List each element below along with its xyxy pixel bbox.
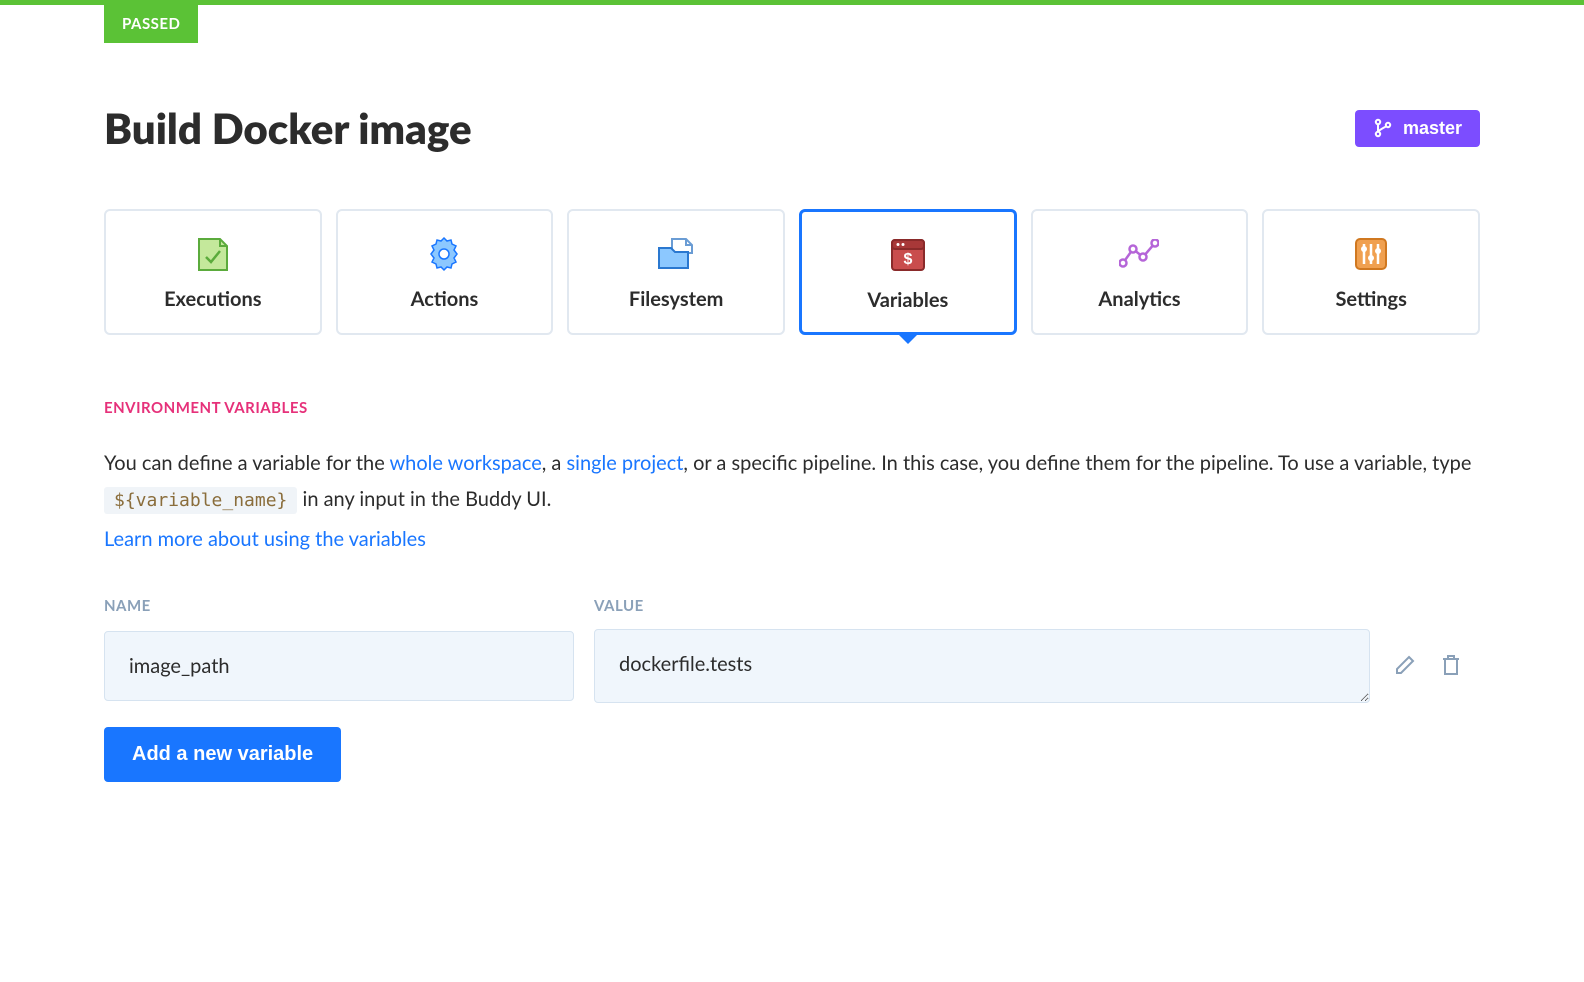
executions-icon	[118, 235, 308, 273]
branch-label: master	[1403, 118, 1462, 139]
value-column-header: VALUE	[594, 597, 1370, 615]
desc-text: , or a specific pipeline. In this case, …	[683, 451, 1471, 475]
trash-icon	[1440, 665, 1462, 680]
description: You can define a variable for the whole …	[104, 445, 1480, 557]
analytics-icon	[1045, 235, 1235, 273]
whole-workspace-link[interactable]: whole workspace	[389, 451, 541, 475]
variable-row	[104, 629, 1480, 703]
variable-name-input[interactable]	[104, 631, 574, 701]
page-title: Build Docker image	[104, 103, 472, 153]
tab-label: Variables	[814, 288, 1002, 312]
main-container: Build Docker image master	[0, 43, 1584, 822]
code-example: ${variable_name}	[104, 487, 297, 514]
desc-text: You can define a variable for the	[104, 451, 389, 475]
tab-variables[interactable]: $ Variables	[799, 209, 1017, 335]
svg-text:$: $	[903, 251, 912, 268]
variable-actions	[1390, 649, 1480, 684]
settings-icon	[1276, 235, 1466, 273]
tab-executions[interactable]: Executions	[104, 209, 322, 335]
status-badge: PASSED	[104, 5, 198, 43]
variables-icon: $	[814, 236, 1002, 274]
section-label: ENVIRONMENT VARIABLES	[104, 399, 1480, 417]
tab-filesystem[interactable]: Filesystem	[567, 209, 785, 335]
delete-button[interactable]	[1436, 649, 1466, 684]
tab-settings[interactable]: Settings	[1262, 209, 1480, 335]
header-row: Build Docker image master	[104, 103, 1480, 153]
tab-analytics[interactable]: Analytics	[1031, 209, 1249, 335]
edit-button[interactable]	[1390, 650, 1420, 683]
actions-icon	[350, 235, 540, 273]
tab-label: Executions	[118, 287, 308, 311]
tab-label: Filesystem	[581, 287, 771, 311]
tabs-row: Executions Actions Filesystem	[104, 209, 1480, 335]
variable-value-input[interactable]	[594, 629, 1370, 703]
branch-button[interactable]: master	[1355, 110, 1480, 147]
learn-more-link[interactable]: Learn more about using the variables	[104, 521, 1480, 557]
tab-label: Actions	[350, 287, 540, 311]
name-column-header: NAME	[104, 597, 574, 615]
desc-text: in any input in the Buddy UI.	[303, 487, 552, 511]
top-bar	[0, 0, 1584, 5]
branch-icon	[1373, 118, 1393, 138]
pencil-icon	[1394, 664, 1416, 679]
filesystem-icon	[581, 235, 771, 273]
add-variable-button[interactable]: Add a new variable	[104, 727, 341, 782]
tab-label: Settings	[1276, 287, 1466, 311]
tab-actions[interactable]: Actions	[336, 209, 554, 335]
tab-label: Analytics	[1045, 287, 1235, 311]
variables-header: NAME VALUE	[104, 597, 1480, 615]
single-project-link[interactable]: single project	[567, 451, 684, 475]
desc-text: , a	[542, 451, 567, 475]
